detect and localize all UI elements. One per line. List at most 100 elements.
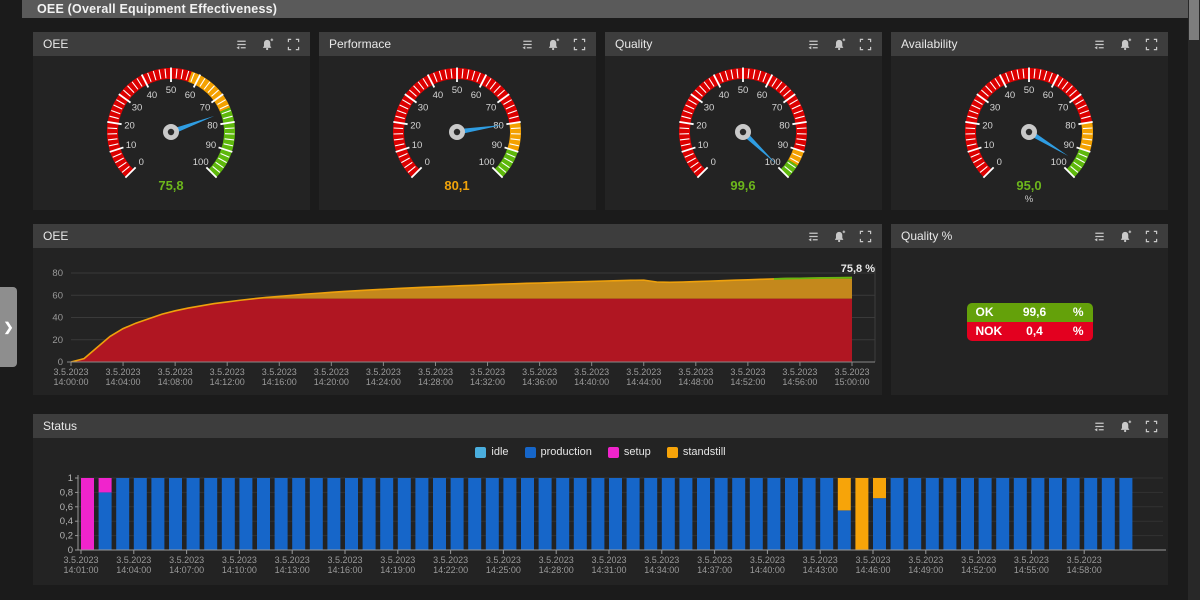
svg-text:30: 30 <box>704 103 715 114</box>
svg-text:3.5.2023: 3.5.2023 <box>366 367 401 377</box>
svg-text:3.5.2023: 3.5.2023 <box>855 555 890 565</box>
svg-text:0: 0 <box>139 157 144 168</box>
panel-header: Status <box>33 414 1168 438</box>
legend-label: idle <box>491 446 508 458</box>
alarm-bell-icon[interactable] <box>833 230 846 243</box>
panel-title: Quality <box>615 37 807 51</box>
quality-row-value: 99,6 <box>1012 305 1058 319</box>
svg-text:90: 90 <box>206 140 217 151</box>
sidebar-expand-tab[interactable]: ❯ <box>0 287 17 367</box>
oee-trend-chart[interactable]: 0204060803.5.202314:00:003.5.202314:04:0… <box>33 248 882 395</box>
svg-text:3.5.2023: 3.5.2023 <box>644 555 679 565</box>
panel-header-icons <box>807 230 872 243</box>
expand-icon[interactable] <box>859 230 872 243</box>
svg-text:0,6: 0,6 <box>60 502 73 513</box>
svg-text:3.5.2023: 3.5.2023 <box>275 555 310 565</box>
alarm-bell-icon[interactable] <box>1119 38 1132 51</box>
svg-text:3.5.2023: 3.5.2023 <box>433 555 468 565</box>
svg-text:14:44:00: 14:44:00 <box>626 377 661 387</box>
panel-header-icons <box>1093 230 1158 243</box>
expand-icon[interactable] <box>859 38 872 51</box>
svg-text:3.5.2023: 3.5.2023 <box>574 367 609 377</box>
menu-icon[interactable] <box>807 38 820 51</box>
scrollbar-thumb[interactable] <box>1189 0 1199 40</box>
svg-text:14:25:00: 14:25:00 <box>486 565 521 575</box>
quality-row-label: OK <box>976 305 1012 319</box>
legend-swatch-standstill <box>667 447 678 458</box>
svg-text:14:04:00: 14:04:00 <box>116 565 151 575</box>
svg-text:60: 60 <box>52 290 63 301</box>
alarm-bell-icon[interactable] <box>1119 230 1132 243</box>
svg-text:50: 50 <box>738 85 749 96</box>
legend-item-standstill[interactable]: standstill <box>667 446 726 458</box>
svg-text:14:32:00: 14:32:00 <box>470 377 505 387</box>
chevron-right-icon: ❯ <box>3 320 13 334</box>
svg-text:3.5.2023: 3.5.2023 <box>730 367 765 377</box>
svg-text:70: 70 <box>772 103 783 114</box>
svg-text:20: 20 <box>124 121 135 132</box>
svg-text:15:00:00: 15:00:00 <box>834 377 869 387</box>
vertical-scrollbar[interactable] <box>1188 0 1200 600</box>
svg-text:20: 20 <box>410 121 421 132</box>
panel-quality-percent: Quality % OK99,6%NOK0,4% <box>891 224 1168 395</box>
legend-item-idle[interactable]: idle <box>475 446 508 458</box>
svg-text:3.5.2023: 3.5.2023 <box>834 367 869 377</box>
svg-text:3.5.2023: 3.5.2023 <box>1067 555 1102 565</box>
svg-text:90: 90 <box>492 140 503 151</box>
legend-item-setup[interactable]: setup <box>608 446 651 458</box>
svg-text:90: 90 <box>778 140 789 151</box>
menu-icon[interactable] <box>1093 420 1106 433</box>
svg-text:100: 100 <box>765 157 781 168</box>
alarm-bell-icon[interactable] <box>261 38 274 51</box>
quality-row-unit: % <box>1058 324 1084 338</box>
expand-icon[interactable] <box>1145 420 1158 433</box>
quality-gauge: 010203040506070809010099,6 <box>605 56 882 210</box>
svg-text:40: 40 <box>719 90 730 101</box>
svg-text:14:07:00: 14:07:00 <box>169 565 204 575</box>
alarm-bell-icon[interactable] <box>547 38 560 51</box>
menu-icon[interactable] <box>1093 38 1106 51</box>
status-bar-chart[interactable]: 00,20,40,60,813.5.202314:01:003.5.202314… <box>33 466 1168 585</box>
svg-text:0: 0 <box>997 157 1002 168</box>
menu-icon[interactable] <box>235 38 248 51</box>
svg-text:60: 60 <box>471 90 482 101</box>
expand-icon[interactable] <box>1145 38 1158 51</box>
expand-icon[interactable] <box>287 38 300 51</box>
svg-text:50: 50 <box>166 85 177 96</box>
panel-header: Performace <box>319 32 596 56</box>
panel-availability-gauge: Availability 010203040506070809010095,0% <box>891 32 1168 210</box>
svg-text:100: 100 <box>193 157 209 168</box>
menu-icon[interactable] <box>1093 230 1106 243</box>
menu-icon[interactable] <box>807 230 820 243</box>
svg-text:95,0: 95,0 <box>1016 178 1041 193</box>
quality-row-unit: % <box>1058 305 1084 319</box>
svg-text:14:34:00: 14:34:00 <box>644 565 679 575</box>
svg-text:0: 0 <box>425 157 430 168</box>
panel-title: OEE <box>43 37 235 51</box>
expand-icon[interactable] <box>1145 230 1158 243</box>
oee-dashboard: OEE (Overall Equipment Effectiveness) ❯ … <box>0 0 1200 600</box>
svg-text:20: 20 <box>52 335 63 346</box>
legend-label: setup <box>624 446 651 458</box>
menu-icon[interactable] <box>521 38 534 51</box>
svg-text:30: 30 <box>132 103 143 114</box>
svg-text:3.5.2023: 3.5.2023 <box>327 555 362 565</box>
legend-item-production[interactable]: production <box>525 446 592 458</box>
svg-text:75,8: 75,8 <box>158 178 183 193</box>
svg-text:3.5.2023: 3.5.2023 <box>314 367 349 377</box>
svg-text:14:43:00: 14:43:00 <box>803 565 838 575</box>
svg-text:14:24:00: 14:24:00 <box>366 377 401 387</box>
svg-text:3.5.2023: 3.5.2023 <box>486 555 521 565</box>
expand-icon[interactable] <box>573 38 586 51</box>
page-title-bar: OEE (Overall Equipment Effectiveness) <box>22 0 1188 18</box>
svg-text:40: 40 <box>147 90 158 101</box>
svg-text:30: 30 <box>418 103 429 114</box>
panel-oee-gauge: OEE 010203040506070809010075,8 <box>33 32 310 210</box>
svg-text:0,8: 0,8 <box>60 487 73 498</box>
alarm-bell-icon[interactable] <box>833 38 846 51</box>
panel-oee-trend: OEE 0204060803.5.202314:00:003.5.202314:… <box>33 224 882 395</box>
alarm-bell-icon[interactable] <box>1119 420 1132 433</box>
svg-text:3.5.2023: 3.5.2023 <box>678 367 713 377</box>
svg-text:80: 80 <box>207 121 218 132</box>
svg-text:14:16:00: 14:16:00 <box>262 377 297 387</box>
